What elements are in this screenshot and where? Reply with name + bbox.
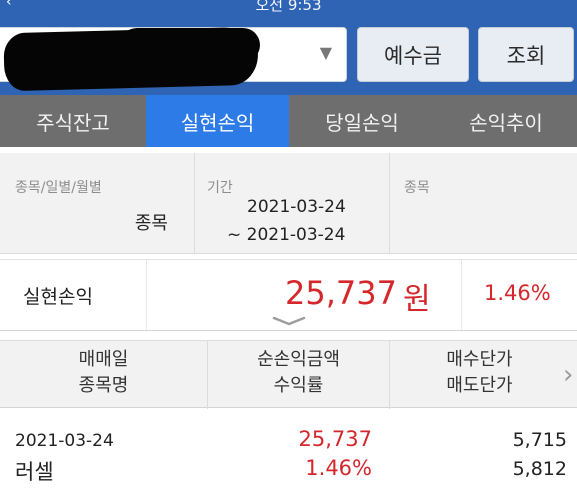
tab-realized-pnl[interactable]: 실현손익 xyxy=(146,95,289,147)
table-row[interactable]: 2021-03-24 러셀 25,737 1.46% 5,715 5,812 xyxy=(0,409,577,491)
summary-amount: 25,737 xyxy=(285,274,397,312)
query-button[interactable]: 조회 xyxy=(478,27,574,82)
status-time: 오전 9:53 xyxy=(255,0,322,14)
deposit-button[interactable]: 예수금 xyxy=(357,27,469,82)
tab-pnl-trend[interactable]: 손익추이 xyxy=(435,95,577,147)
summary-label: 실현손익 xyxy=(23,286,93,308)
period-end-date: ~ 2021-03-24 xyxy=(227,225,346,245)
summary-return-rate: 1.46% xyxy=(484,281,551,305)
filter-panel: 종목/일별/월별 종목 기간 2021-03-24 ~ 2021-03-24 종… xyxy=(0,153,577,254)
stock-name: 러셀 xyxy=(15,460,54,484)
stock-filter[interactable]: 종목 xyxy=(390,153,577,254)
redacted-account-number-part xyxy=(120,28,260,62)
expand-chevron-icon[interactable] xyxy=(272,314,306,328)
return-rate: 1.46% xyxy=(305,456,372,480)
divider xyxy=(146,260,147,332)
buy-price: 5,715 xyxy=(512,429,567,451)
column-header-pnl-rate: 순손익금액 수익률 xyxy=(208,341,390,409)
app-header: ‹ 오전 9:53 ▼ 예수금 조회 xyxy=(0,0,577,95)
column-label-sell-price: 매도단가 xyxy=(446,375,513,396)
chevron-down-icon: ▼ xyxy=(319,43,332,62)
chevron-right-icon[interactable]: › xyxy=(563,360,573,390)
tab-bar: 주식잔고 실현손익 당일손익 손익추이 xyxy=(0,95,577,147)
net-pnl-amount: 25,737 xyxy=(298,427,372,451)
account-select[interactable]: ▼ xyxy=(0,26,347,92)
period-start-date: 2021-03-24 xyxy=(247,197,346,217)
stock-caption: 종목 xyxy=(404,180,430,196)
column-header-prices: 매수단가 매도단가 xyxy=(390,341,577,409)
column-label-stock-name: 종목명 xyxy=(78,375,129,396)
trade-date: 2021-03-24 xyxy=(15,431,114,451)
period-filter[interactable]: 기간 2021-03-24 ~ 2021-03-24 xyxy=(195,153,390,254)
column-label-return-rate: 수익률 xyxy=(273,375,324,396)
column-label-buy-price: 매수단가 xyxy=(446,349,513,370)
view-type-caption: 종목/일별/월별 xyxy=(15,180,102,196)
view-type-value: 종목 xyxy=(134,213,168,234)
column-header-date-name: 매매일 종목명 xyxy=(0,341,208,409)
view-type-filter[interactable]: 종목/일별/월별 종목 xyxy=(0,153,195,254)
column-label-trade-date: 매매일 xyxy=(78,349,129,370)
period-caption: 기간 xyxy=(207,180,233,196)
table-header: 매매일 종목명 순손익금액 수익률 매수단가 매도단가 xyxy=(0,340,577,409)
column-label-net-pnl: 순손익금액 xyxy=(257,349,340,370)
divider xyxy=(461,260,462,332)
tab-stock-balance[interactable]: 주식잔고 xyxy=(0,95,146,147)
sell-price: 5,812 xyxy=(512,458,567,480)
tab-daily-pnl[interactable]: 당일손익 xyxy=(289,95,435,147)
summary-currency-unit: 원 xyxy=(403,282,431,317)
